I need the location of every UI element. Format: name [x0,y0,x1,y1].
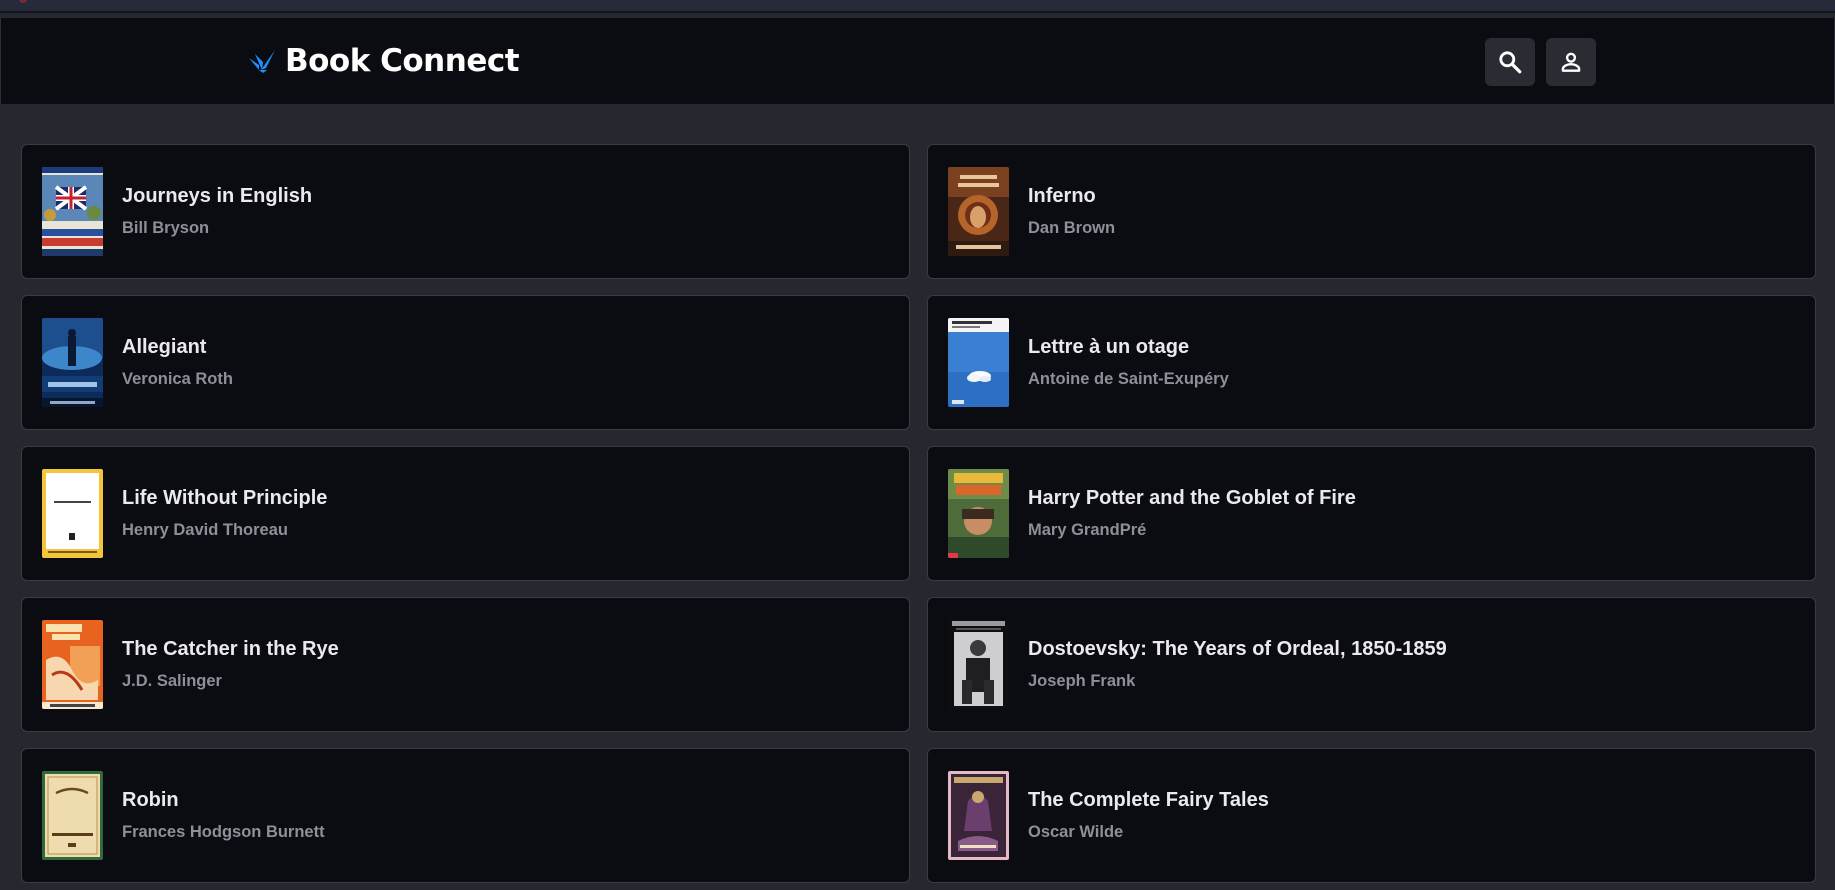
book-cover-image [42,771,103,860]
book-author: Frances Hodgson Burnett [122,823,325,841]
book-cover-image [42,167,103,256]
app-header: Book Connect [0,18,1835,104]
book-author: Henry David Thoreau [122,521,288,539]
book-title: Lettre à un otage [1028,336,1190,358]
book-title: The Catcher in the Rye [122,638,339,660]
window-close-dot[interactable] [19,0,27,3]
book-preview[interactable]: Journeys in English Bill Bryson [21,144,910,279]
person-icon [1561,52,1581,72]
book-author: Joseph Frank [1028,672,1136,690]
book-title: Robin [122,789,179,811]
book-title: Journeys in English [122,185,313,207]
book-author: Mary GrandPré [1028,521,1147,539]
book-author: Antoine de Saint-Exupéry [1028,370,1229,388]
search-button[interactable] [1485,38,1535,86]
book-cover-image [948,620,1009,709]
book-preview[interactable]: Dostoevsky: The Years of Ordeal, 1850-18… [927,597,1816,732]
book-author: Bill Bryson [122,219,210,237]
book-author: Dan Brown [1028,219,1116,237]
book-title: Allegiant [122,336,207,358]
logo[interactable]: Book Connect [247,40,520,82]
book-cover-image [42,469,103,558]
book-preview[interactable]: Allegiant Veronica Roth [21,295,910,430]
book-preview[interactable]: Robin Frances Hodgson Burnett [21,748,910,883]
book-title: Inferno [1028,185,1096,207]
book-cover-image [948,167,1009,256]
search-icon [1499,51,1522,74]
book-preview[interactable]: Lettre à un otage Antoine de Saint-Exupé… [927,295,1816,430]
book-author: Oscar Wilde [1028,823,1124,841]
book-connect-logo-icon [249,50,275,73]
account-button[interactable] [1546,38,1596,86]
book-preview[interactable]: Harry Potter and the Goblet of Fire Mary… [927,446,1816,581]
book-preview[interactable]: The Complete Fairy Tales Oscar Wilde [927,748,1816,883]
book-cover-image [948,771,1009,860]
window-top-strip [0,0,1835,13]
book-title: Harry Potter and the Goblet of Fire [1028,487,1356,509]
book-author: Veronica Roth [122,370,233,388]
book-title: Dostoevsky: The Years of Ordeal, 1850-18… [1028,638,1447,660]
book-title: The Complete Fairy Tales [1028,789,1269,811]
book-cover-image [42,620,103,709]
book-preview[interactable]: Inferno Dan Brown [927,144,1816,279]
book-preview[interactable]: The Catcher in the Rye J.D. Salinger [21,597,910,732]
book-cover-image [948,469,1009,558]
book-author: J.D. Salinger [122,672,222,690]
book-cover-image [42,318,103,407]
app-title: Book Connect [285,43,520,79]
book-list: Journeys in English Bill Bryson Inferno … [21,144,1816,883]
book-preview[interactable]: Life Without Principle Henry David Thore… [21,446,910,581]
book-title: Life Without Principle [122,487,328,509]
book-cover-image [948,318,1009,407]
